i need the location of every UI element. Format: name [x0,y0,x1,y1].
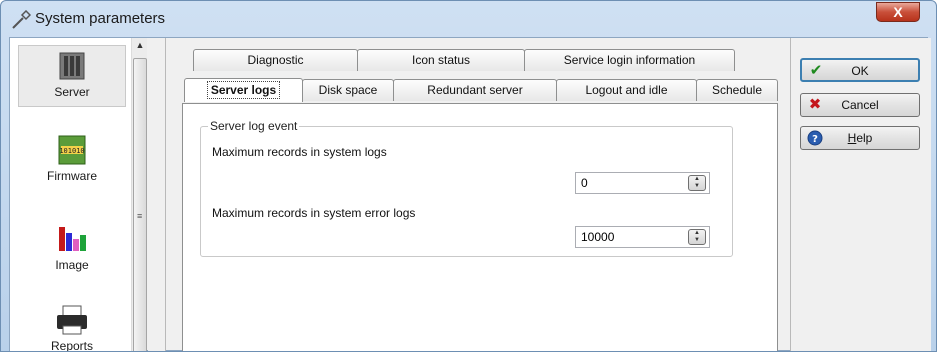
tab-schedule[interactable]: Schedule [696,79,778,101]
ok-button[interactable]: ✔ OK [800,58,920,82]
scroll-up-arrow-icon[interactable]: ▲ [133,40,147,54]
tab-diagnostic[interactable]: Diagnostic [193,49,358,71]
help-icon: ? [806,129,824,147]
max-system-logs-spinner[interactable]: ▲ ▼ [575,172,710,194]
tab-icon-status[interactable]: Icon status [357,49,525,71]
sidebar-item-firmware[interactable]: 101010 Firmware [18,134,126,194]
sidebar-scrollbar[interactable]: ▲ ≡ [131,38,147,351]
svg-text:101010: 101010 [59,147,84,155]
max-system-logs-input[interactable] [576,173,684,193]
tab-server-logs[interactable]: Server logs [184,78,303,102]
help-label: Help [847,131,873,145]
wrench-icon [12,10,31,29]
sidebar-item-server[interactable]: Server [18,45,126,107]
spin-down-icon[interactable]: ▼ [689,183,705,190]
sidebar-item-label: Reports [50,339,94,352]
close-button[interactable]: X [876,2,920,22]
max-system-error-logs-label: Maximum records in system error logs [212,206,416,220]
image-icon [59,227,86,251]
max-system-logs-label: Maximum records in system logs [212,145,387,159]
spin-up-icon[interactable]: ▲ [689,230,705,237]
x-icon: ✖ [808,96,822,113]
sidebar-item-label: Image [55,258,89,272]
tab-logout-and-idle[interactable]: Logout and idle [556,79,697,101]
firmware-icon: 101010 [58,135,86,165]
tab-disk-space[interactable]: Disk space [302,79,394,101]
group-title: Server log event [208,119,300,133]
splitter[interactable] [148,38,166,351]
sidebar-item-image[interactable]: Image [18,221,126,281]
max-system-error-logs-input[interactable] [576,227,684,247]
ok-label: OK [851,64,869,78]
spin-buttons[interactable]: ▲ ▼ [688,229,706,245]
spin-down-icon[interactable]: ▼ [689,237,705,244]
scroll-thumb[interactable]: ≡ [133,58,147,351]
max-system-error-logs-spinner[interactable]: ▲ ▼ [575,226,710,248]
cancel-label: Cancel [841,98,879,112]
spin-up-icon[interactable]: ▲ [689,176,705,183]
dialog-client-area: Server 101010 Firmware Image Reports ▲ ≡… [9,37,931,352]
sidebar-item-reports[interactable]: Reports [18,304,126,352]
server-icon [59,52,85,80]
printer-icon [57,305,87,335]
svg-text:?: ? [812,134,818,145]
spin-buttons[interactable]: ▲ ▼ [688,175,706,191]
sidebar-item-label: Firmware [47,169,97,183]
tab-label: Server logs [206,81,281,99]
window-title: System parameters [35,10,166,27]
title-bar[interactable]: System parameters X [1,1,936,37]
grip-icon: ≡ [137,211,143,221]
checkmark-icon: ✔ [809,62,823,79]
tab-redundant-server[interactable]: Redundant server [393,79,557,101]
server-log-event-group: Server log event Maximum records in syst… [200,119,733,257]
system-parameters-window: System parameters X Server 101010 Firmwa… [0,0,937,352]
help-button[interactable]: ? Help [800,126,920,150]
category-sidebar: Server 101010 Firmware Image Reports ▲ ≡ [10,38,147,352]
cancel-button[interactable]: ✖ Cancel [800,93,920,117]
sidebar-item-label: Server [54,85,90,99]
tab-service-login-information[interactable]: Service login information [524,49,735,71]
server-logs-panel: Server log event Maximum records in syst… [182,103,778,351]
dialog-button-column: ✔ OK ✖ Cancel ? Help [790,38,931,351]
